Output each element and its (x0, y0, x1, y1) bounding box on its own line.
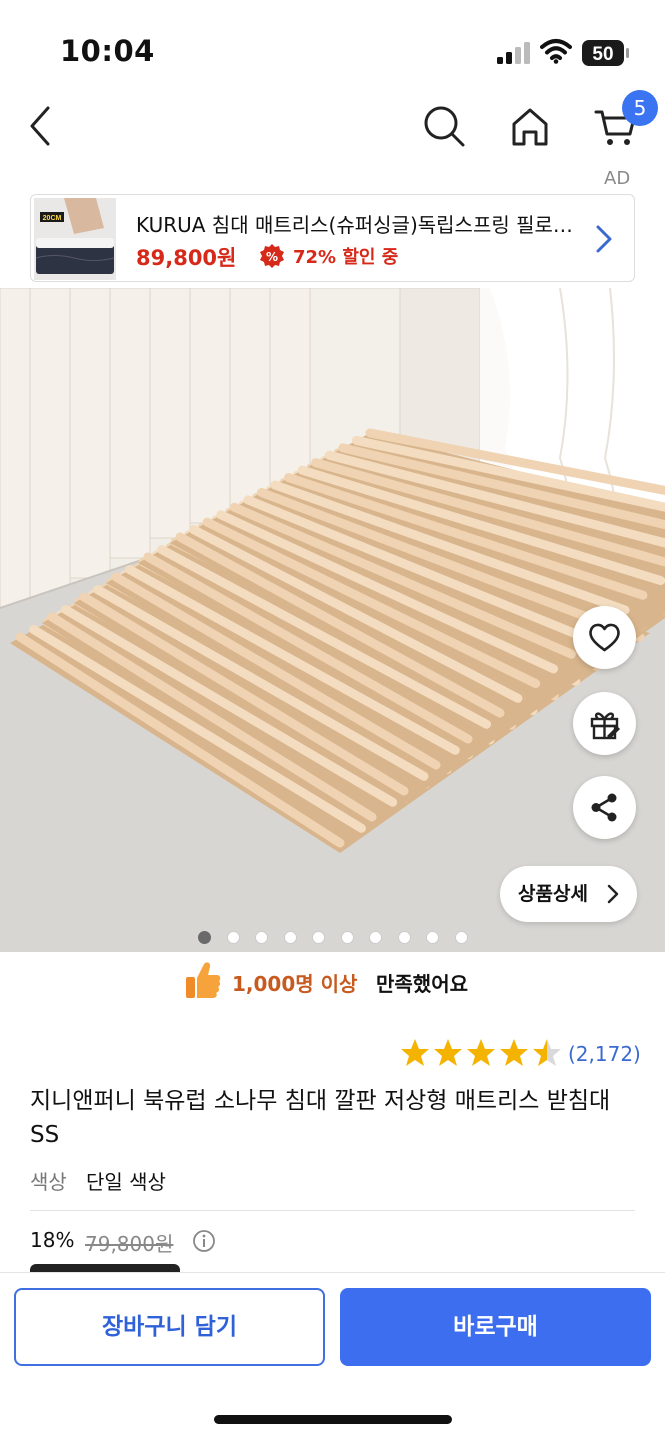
search-icon[interactable] (422, 104, 466, 148)
buy-now-button[interactable]: 바로구매 (340, 1288, 651, 1366)
thumbs-up-icon (186, 962, 221, 998)
heart-icon (589, 623, 620, 652)
ad-banner[interactable]: 20CM KURUA 침대 매트리스(슈퍼싱글)독립스프링 필로우탑 20CM … (30, 194, 635, 282)
carousel-dot[interactable] (454, 931, 468, 944)
ad-title: KURUA 침대 매트리스(슈퍼싱글)독립스프링 필로우탑 20CM (136, 213, 581, 237)
discount-rate: 18% (30, 1228, 75, 1252)
home-indicator (214, 1415, 452, 1424)
star-icon (467, 1039, 495, 1066)
product-detail-label: 상품상세 (518, 883, 588, 905)
product-image-carousel[interactable]: 상품상세 (0, 288, 665, 952)
battery-icon: 50 (582, 40, 629, 66)
carousel-dot[interactable] (340, 931, 354, 944)
back-icon[interactable] (20, 104, 64, 148)
bottom-action-bar: 장바구니 담기 바로구매 (0, 1272, 665, 1440)
satisfaction-text: 만족했어요 (376, 972, 468, 996)
wifi-icon (540, 39, 572, 64)
product-photo (0, 288, 665, 952)
status-time: 10:04 (60, 34, 155, 68)
original-price: 79,800원 (85, 1232, 174, 1256)
ad-price: 89,800원 (136, 246, 237, 270)
top-nav (0, 90, 665, 170)
info-icon[interactable] (192, 1229, 216, 1253)
ad-label: AD (604, 168, 631, 189)
ad-thumb-text: 20CM (43, 215, 62, 222)
carousel-dot[interactable] (226, 931, 240, 944)
gift-button[interactable] (573, 692, 636, 755)
carousel-dot[interactable] (312, 931, 325, 944)
review-count[interactable]: (2,172) (568, 1042, 641, 1066)
carousel-dot[interactable] (255, 931, 268, 944)
status-bar: 10:04 50 (0, 0, 665, 100)
carousel-dot[interactable] (198, 931, 211, 944)
satisfaction-banner: 1,000명 이상 만족했어요 (0, 958, 665, 1008)
battery-level: 50 (592, 44, 613, 65)
divider (30, 1210, 635, 1211)
share-icon (591, 793, 617, 822)
add-to-cart-button[interactable]: 장바구니 담기 (14, 1288, 325, 1366)
ad-discount: 72% 할인 중 (293, 247, 399, 268)
carousel-dot[interactable] (283, 931, 297, 944)
option-label: 색상 (30, 1170, 67, 1194)
option-value[interactable]: 단일 색상 (86, 1166, 166, 1195)
star-icon (533, 1039, 561, 1066)
gift-icon (590, 712, 620, 740)
star-icon (434, 1039, 462, 1066)
ad-thumbnail: 20CM (34, 198, 116, 280)
home-icon[interactable] (508, 104, 552, 148)
product-detail-button[interactable]: 상품상세 (500, 866, 637, 922)
chevron-right-icon (607, 884, 619, 904)
cart-count-badge[interactable]: 5 (622, 90, 658, 126)
share-button[interactable] (573, 776, 636, 839)
svg-text:%: % (266, 250, 278, 264)
chevron-right-icon[interactable] (593, 223, 615, 255)
signal-icon (497, 42, 530, 64)
star-icon (500, 1039, 528, 1066)
satisfaction-count: 1,000명 이상 (232, 972, 358, 996)
carousel-dot[interactable] (426, 931, 439, 944)
carousel-dot[interactable] (369, 931, 382, 944)
product-title: 지니앤퍼니 북유럽 소나무 침대 깔판 저상형 매트리스 받침대 SS (30, 1088, 611, 1148)
star-icon (401, 1039, 429, 1066)
discount-badge-icon: % (260, 244, 284, 268)
carousel-dot[interactable] (397, 931, 411, 944)
wishlist-button[interactable] (573, 606, 636, 669)
